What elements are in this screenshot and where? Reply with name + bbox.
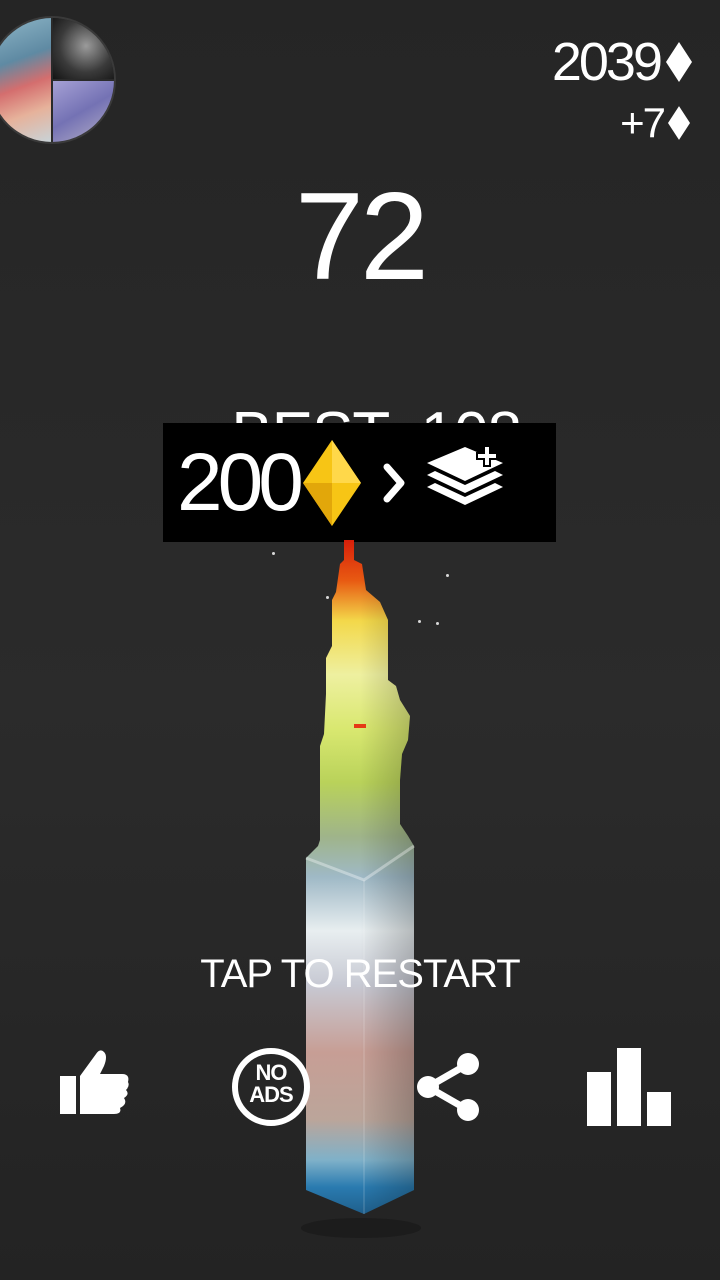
no-ads-label: NO ADS [230, 1062, 312, 1106]
share-icon[interactable] [414, 1052, 482, 1122]
no-ads-button[interactable]: NO ADS [230, 1046, 312, 1128]
gem-gain-value: +7 [620, 99, 666, 146]
friend-avatar-1 [0, 18, 52, 142]
thumbs-up-icon[interactable] [56, 1046, 132, 1118]
sparkle [446, 574, 449, 577]
no-ads-line1: NO [255, 1060, 288, 1085]
diamond-icon [666, 42, 692, 82]
gem-total-counter: 2039 [552, 30, 692, 94]
chevron-right-icon [383, 463, 405, 502]
gem-gain-counter: +7 [620, 98, 690, 148]
leaderboard-icon[interactable] [585, 1046, 673, 1126]
gold-gem-icon [302, 439, 361, 526]
avatar-divider [52, 79, 114, 81]
sparkle [272, 552, 275, 555]
friend-avatar-2 [52, 18, 114, 80]
gem-total-value: 2039 [551, 32, 663, 92]
no-ads-line2: ADS [249, 1082, 293, 1107]
friends-avatar-cluster[interactable] [0, 16, 116, 144]
stacked-tower [301, 540, 421, 1238]
unlock-tower-banner[interactable]: 200 [163, 423, 556, 542]
current-score: 72 [295, 168, 429, 306]
layers-plus-icon [426, 444, 503, 505]
unlock-price: 200 [177, 436, 304, 528]
tap-to-restart[interactable]: TAP TO RESTART [0, 954, 720, 994]
diamond-icon [668, 106, 690, 140]
friend-avatar-3 [52, 80, 114, 142]
sparkle [436, 622, 439, 625]
